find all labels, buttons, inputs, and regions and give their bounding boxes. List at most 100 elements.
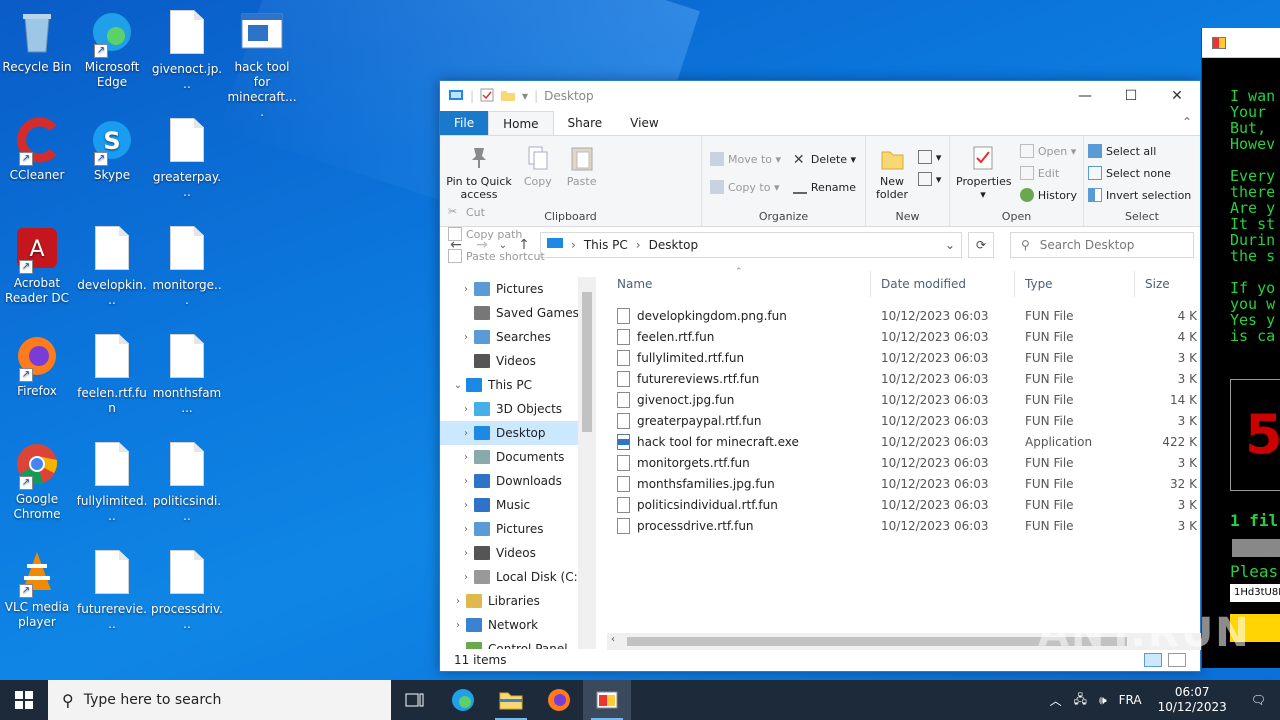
desktop-icon[interactable]: monitorge... (151, 224, 223, 308)
paste-button[interactable]: Paste (564, 140, 600, 188)
nav-item[interactable]: ⌄ This PC (440, 373, 596, 397)
chevron-right-icon[interactable]: › (450, 620, 466, 631)
file-row[interactable]: processdrive.rtf.fun 10/12/2023 06:03 FUN … (607, 515, 1201, 536)
clock[interactable]: 06:07 10/12/2023 (1148, 685, 1237, 715)
desktop-icon[interactable]: ↗ Google Chrome (1, 440, 73, 522)
file-row[interactable]: hack tool for minecraft.exe 10/12/2023 06… (607, 431, 1201, 452)
nav-item[interactable]: › Libraries (440, 589, 596, 613)
file-explorer-taskbar-button[interactable] (487, 680, 535, 720)
file-row[interactable]: futurereviews.rtf.fun 10/12/2023 06:03 FUN… (607, 368, 1201, 389)
pin-quick-access-button[interactable]: Pin to Quick access (446, 140, 512, 201)
desktop-icon[interactable]: S ↗ Skype (76, 116, 148, 183)
column-date-modified[interactable]: Date modified (871, 271, 1015, 297)
column-type[interactable]: Type (1015, 271, 1135, 297)
desktop-icon[interactable]: processdriv... (151, 548, 223, 632)
copy-button[interactable]: Copy (520, 140, 556, 188)
invert-selection-button[interactable]: Invert selection (1088, 184, 1196, 206)
easy-access-button[interactable]: ▾ (917, 168, 941, 190)
chevron-right-icon[interactable]: › (458, 452, 474, 463)
nav-item[interactable]: › Downloads (440, 469, 596, 493)
open-button[interactable]: Open ▾ (1019, 140, 1077, 162)
desktop-icon[interactable]: givenoct.jp... (151, 8, 223, 92)
select-none-button[interactable]: Select none (1088, 162, 1196, 184)
desktop-icon[interactable]: developkin... (76, 224, 148, 308)
file-row[interactable]: monitorgets.rtf.fun 10/12/2023 06:03 FUN F… (607, 452, 1201, 473)
file-row[interactable]: developkingdom.png.fun 10/12/2023 06:03 FU… (607, 305, 1201, 326)
breadcrumb-desktop[interactable]: Desktop (649, 238, 699, 252)
tab-file[interactable]: File (440, 111, 489, 135)
minimize-icon[interactable]: — (1062, 88, 1108, 104)
nav-item[interactable]: › Videos (440, 541, 596, 565)
file-row[interactable]: greaterpaypal.rtf.fun 10/12/2023 06:03 FUN… (607, 410, 1201, 431)
chevron-right-icon[interactable]: › (458, 332, 474, 343)
nav-item[interactable]: › Desktop (440, 421, 596, 445)
edit-button[interactable]: Edit (1019, 162, 1077, 184)
scroll-left-icon[interactable]: ‹ (611, 634, 615, 645)
file-row[interactable]: monthsfamilies.jpg.fun 10/12/2023 06:03 FU… (607, 473, 1201, 494)
desktop-icon[interactable]: politicsindi... (151, 440, 223, 524)
move-to-button[interactable]: Move to ▾ (710, 148, 781, 170)
properties-quick-icon[interactable] (480, 88, 494, 105)
desktop-icon[interactable]: fullylimited... (76, 440, 148, 524)
rename-button[interactable]: Rename (792, 176, 856, 198)
nav-item[interactable]: › Documents (440, 445, 596, 469)
chevron-right-icon[interactable]: › (458, 428, 474, 439)
start-button[interactable] (0, 680, 48, 720)
chevron-right-icon[interactable]: › (458, 500, 474, 511)
notifications-icon[interactable]: 🗨 (1237, 693, 1280, 707)
tab-share[interactable]: Share (554, 111, 617, 135)
desktop-icon[interactable]: Recycle Bin (1, 8, 73, 75)
chevron-up-icon[interactable]: ︿ (1044, 692, 1068, 709)
nav-item[interactable]: › Local Disk (C:) (440, 565, 596, 589)
desktop-icon[interactable]: ↗ VLC media player (1, 548, 73, 630)
tab-view[interactable]: View (616, 111, 672, 135)
delete-button[interactable]: ✕ Delete ▾ (793, 148, 856, 170)
desktop-icon[interactable]: ↗ Firefox (1, 332, 73, 399)
chevron-right-icon[interactable]: › (450, 596, 466, 607)
chevron-right-icon[interactable]: › (458, 284, 474, 295)
properties-button[interactable]: Properties ▾ (956, 140, 1012, 201)
file-row[interactable]: fullylimited.rtf.fun 10/12/2023 06:03 FUN … (607, 347, 1201, 368)
nav-item[interactable]: › Pictures (440, 517, 596, 541)
close-icon[interactable]: ✕ (1154, 88, 1200, 104)
customize-qat-icon[interactable]: ▾ (522, 89, 528, 103)
select-all-button[interactable]: Select all (1088, 140, 1196, 162)
chevron-right-icon[interactable]: › (458, 524, 474, 535)
chevron-right-icon[interactable]: › (458, 572, 474, 583)
desktop-icon[interactable]: greaterpay... (151, 116, 223, 200)
new-folder-quick-icon[interactable] (500, 88, 516, 105)
history-button[interactable]: History (1019, 184, 1077, 206)
new-folder-button[interactable]: New folder (872, 140, 912, 201)
task-view-button[interactable] (391, 680, 439, 720)
copy-to-button[interactable]: Copy to ▾ (710, 176, 781, 198)
nav-item[interactable]: › Pictures (440, 277, 596, 301)
column-size[interactable]: Size (1135, 271, 1201, 297)
desktop-icon[interactable]: ↗ CCleaner (1, 116, 73, 183)
bitcoin-address-field[interactable]: 1Hd3tU8M (1230, 584, 1280, 602)
chevron-right-icon[interactable]: › (458, 404, 474, 415)
desktop-icon[interactable]: futurerevie... (76, 548, 148, 632)
chevron-down-icon[interactable]: ⌄ (450, 380, 466, 391)
refresh-icon[interactable]: ⟳ (968, 232, 994, 258)
copy-path-button[interactable]: Copy path (448, 223, 545, 245)
file-row[interactable]: givenoct.jpg.fun 10/12/2023 06:03 FUN File… (607, 389, 1201, 410)
nav-item[interactable]: › Searches (440, 325, 596, 349)
tab-home[interactable]: Home (488, 111, 554, 135)
firefox-taskbar-button[interactable] (535, 680, 583, 720)
nav-scrollbar[interactable] (578, 277, 596, 649)
desktop-icon[interactable]: A ↗ Acrobat Reader DC (1, 224, 73, 306)
chevron-right-icon[interactable]: › (458, 476, 474, 487)
nav-item[interactable]: ⌄ Control Panel (440, 637, 596, 649)
language-indicator[interactable]: FRA (1113, 693, 1148, 707)
chevron-right-icon[interactable]: › (458, 548, 474, 559)
breadcrumb-this-pc[interactable]: This PC (584, 238, 628, 252)
volume-icon[interactable]: 🕪 (1093, 693, 1113, 708)
taskbar-search-input[interactable]: ⚲ Type here to search (48, 680, 391, 720)
desktop-icon[interactable]: ↗ Microsoft Edge (76, 8, 148, 90)
desktop-icon[interactable]: monthsfam... (151, 332, 223, 416)
file-row[interactable]: politicsindividual.rtf.fun 10/12/2023 06:… (607, 494, 1201, 515)
nav-scroll-thumb[interactable] (582, 292, 592, 432)
desktop-icon[interactable]: feelen.rtf.fun (76, 332, 148, 416)
nav-item[interactable]: › 3D Objects (440, 397, 596, 421)
edge-taskbar-button[interactable] (439, 680, 487, 720)
